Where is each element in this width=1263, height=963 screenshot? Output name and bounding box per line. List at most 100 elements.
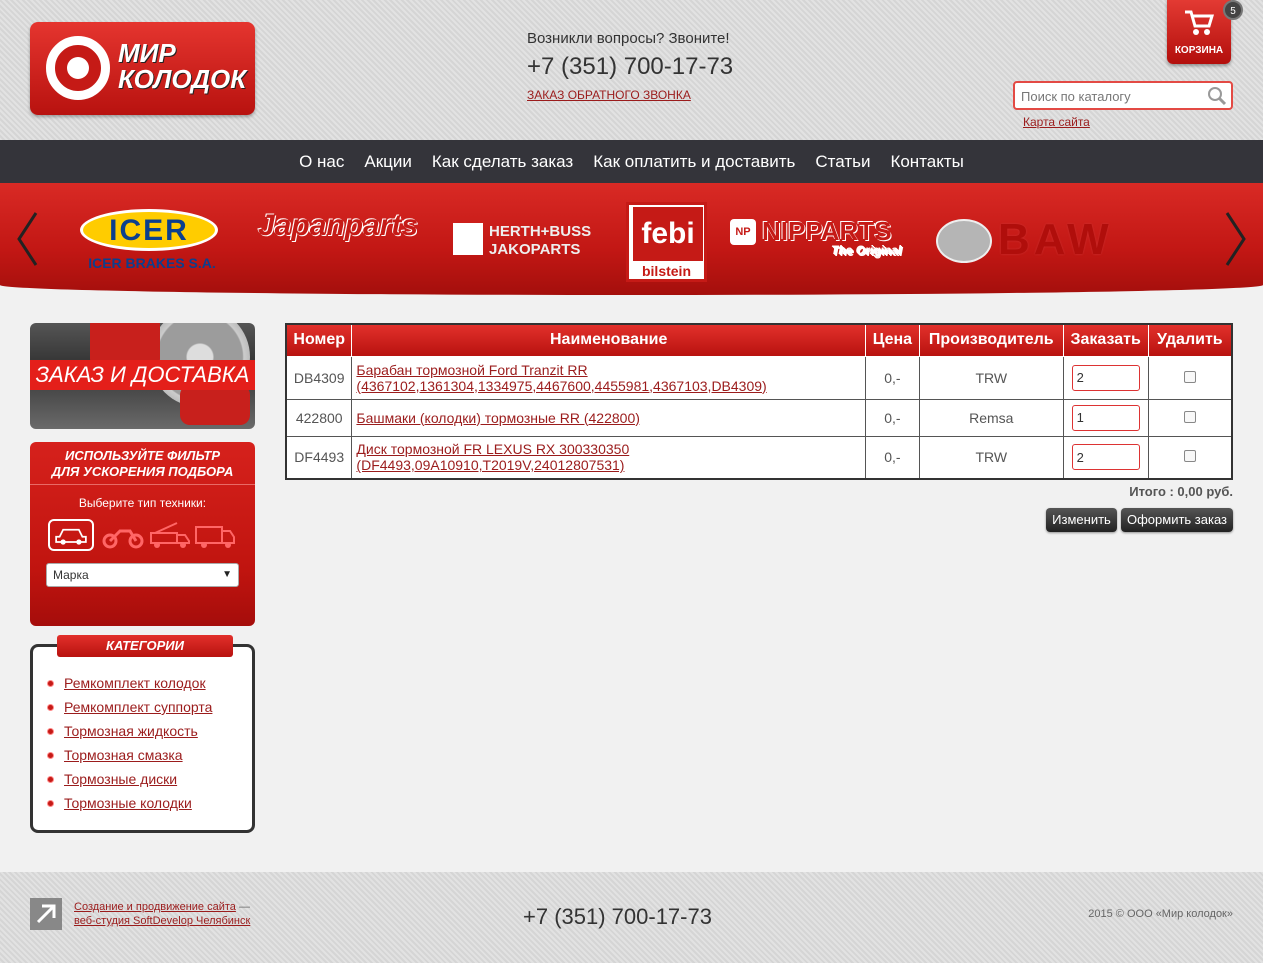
search-input[interactable] <box>1019 86 1209 106</box>
vehicle-filter: ИСПОЛЬЗУЙТЕ ФИЛЬТР ДЛЯ УСКОРЕНИЯ ПОДБОРА… <box>30 442 255 626</box>
filter-title-line1: ИСПОЛЬЗУЙТЕ ФИЛЬТР <box>64 448 221 463</box>
quantity-input[interactable] <box>1071 404 1140 431</box>
herth-buss-mark-icon <box>453 223 483 255</box>
filter-title-line2: ДЛЯ УСКОРЕНИЯ ПОДБОРА <box>51 464 234 479</box>
developer-link[interactable]: Создание и продвижение сайта <box>74 901 236 913</box>
quantity-input[interactable] <box>1071 364 1140 391</box>
main-nav: О нас Акции Как сделать заказ Как оплати… <box>0 140 1263 183</box>
header: МИР КОЛОДОК Возникли вопросы? Звоните! +… <box>0 0 1263 140</box>
brand-baw[interactable]: BAW <box>936 215 1176 264</box>
questions-text: Возникли вопросы? Звоните! <box>527 30 730 47</box>
motorcycle-icon[interactable] <box>100 519 146 551</box>
update-order-button[interactable]: Изменить <box>1046 508 1117 532</box>
item-name-line2: (4367102,1361304,1334975,4467600,4455981… <box>356 377 767 394</box>
nav-item-articles[interactable]: Статьи <box>805 140 880 183</box>
sitemap-link[interactable]: Карта сайта <box>1023 115 1090 129</box>
item-name-line1: Диск тормозной FR LEXUS RX 300330350 <box>356 441 630 458</box>
baw-logo: BAW <box>998 215 1113 264</box>
col-number: Номер <box>285 323 353 357</box>
item-number: 422800 <box>285 398 353 437</box>
category-item: Тормозные диски <box>47 767 212 791</box>
categories-title: КАТЕГОРИИ <box>57 635 233 657</box>
brand-carousel: ICER ICER BRAKES S.A. Japanparts HERTH+B… <box>0 183 1263 295</box>
cart-label: КОРЗИНА <box>1174 45 1224 56</box>
brand-icer[interactable]: ICER ICER BRAKES S.A. <box>70 209 234 271</box>
item-maker: Remsa <box>918 398 1064 437</box>
category-link[interactable]: Ремкомплект колодок <box>64 671 206 695</box>
cart-icon <box>1185 10 1215 35</box>
callback-link[interactable]: ЗАКАЗ ОБРАТНОГО ЗВОНКА <box>527 88 691 102</box>
truck-icon[interactable] <box>192 519 238 551</box>
category-link[interactable]: Тормозные колодки <box>64 791 192 815</box>
softdevelop-arrow-icon[interactable] <box>30 898 62 930</box>
category-link[interactable]: Тормозные диски <box>64 767 177 791</box>
caliper-image-2 <box>180 385 250 425</box>
delete-checkbox[interactable] <box>1183 370 1196 383</box>
carousel-prev-icon[interactable] <box>16 211 38 267</box>
nav-item-how-to-order[interactable]: Как сделать заказ <box>422 140 583 183</box>
item-name: Барабан тормозной Ford Tranzit RR (43671… <box>351 355 866 400</box>
brand-febi[interactable]: febi bilstein <box>626 202 707 282</box>
item-qty-cell <box>1062 398 1149 437</box>
cart-count-badge: 5 <box>1223 0 1243 20</box>
tow-truck-icon[interactable] <box>147 519 193 551</box>
bullet-icon <box>47 799 54 807</box>
table-row: DF4493 Диск тормозной FR LEXUS RX 300330… <box>285 435 1233 480</box>
search-icon[interactable] <box>1207 86 1227 106</box>
category-link[interactable]: Ремкомплект суппорта <box>64 695 212 719</box>
developer-studio-link[interactable]: веб-студия SoftDevelop Челябинск <box>74 915 250 927</box>
delete-checkbox[interactable] <box>1183 410 1196 423</box>
item-link[interactable]: Барабан тормозной Ford Tranzit RR (43671… <box>356 362 861 394</box>
quantity-input[interactable] <box>1071 444 1140 471</box>
nipparts-np-badge: NP <box>730 219 756 245</box>
item-delete-cell <box>1147 435 1233 480</box>
item-qty-cell <box>1062 435 1149 480</box>
logo[interactable]: МИР КОЛОДОК <box>30 22 255 115</box>
developer-dash: — <box>235 901 250 913</box>
category-item: Тормозная смазка <box>47 743 212 767</box>
col-price: Цена <box>864 323 920 357</box>
header-phone: +7 (351) 700-17-73 <box>527 53 734 80</box>
category-link[interactable]: Тормозная смазка <box>64 743 183 767</box>
carousel-next-icon[interactable] <box>1225 211 1247 267</box>
item-price: 0,- <box>864 398 920 437</box>
item-price: 0,- <box>864 355 920 400</box>
table-row: DB4309 Барабан тормозной Ford Tranzit RR… <box>285 355 1233 400</box>
logo-text: МИР КОЛОДОК <box>118 40 246 92</box>
footer-phone: +7 (351) 700-17-73 <box>523 904 712 929</box>
nav-item-promotions[interactable]: Акции <box>354 140 422 183</box>
item-link[interactable]: Башмаки (колодки) тормозные RR (422800) <box>356 410 861 426</box>
icer-sub: ICER BRAKES S.A. <box>88 255 216 271</box>
category-item: Тормозная жидкость <box>47 719 212 743</box>
nav-item-about[interactable]: О нас <box>289 140 354 183</box>
baw-emblem-icon <box>936 219 992 263</box>
col-name: Наименование <box>351 323 866 357</box>
herth-buss-line1: HERTH+BUSS <box>489 223 592 240</box>
brand-japanparts[interactable]: Japanparts <box>258 209 418 243</box>
order-delivery-banner[interactable]: ЗАКАЗ И ДОСТАВКА <box>30 323 255 429</box>
brand-select[interactable]: Марка ▼ <box>46 563 239 587</box>
col-delete: Удалить <box>1147 323 1233 357</box>
delete-checkbox[interactable] <box>1183 450 1196 463</box>
filter-subtitle: Выберите тип техники: <box>78 496 207 510</box>
nav-item-contacts[interactable]: Контакты <box>880 140 973 183</box>
car-icon[interactable] <box>48 519 94 551</box>
cart-button[interactable]: КОРЗИНА <box>1167 0 1231 64</box>
checkout-button[interactable]: Оформить заказ <box>1121 508 1233 532</box>
categories-panel: КАТЕГОРИИ Ремкомплект колодок Ремкомплек… <box>30 635 255 833</box>
table-header-row: Номер Наименование Цена Производитель За… <box>285 323 1233 357</box>
nav-item-payment-delivery[interactable]: Как оплатить и доставить <box>583 140 805 183</box>
item-link[interactable]: Диск тормозной FR LEXUS RX 300330350 (DF… <box>356 441 861 473</box>
bullet-icon <box>47 679 54 687</box>
brand-herth-buss[interactable]: HERTH+BUSS JAKOPARTS <box>453 223 593 259</box>
item-name-line1: Барабан тормозной Ford Tranzit RR <box>356 361 588 378</box>
filter-divider <box>30 484 255 485</box>
category-link[interactable]: Тормозная жидкость <box>64 719 198 743</box>
item-maker: TRW <box>918 355 1064 400</box>
febi-sub: bilstein <box>641 263 691 279</box>
nipparts-logo: NIPPARTS <box>762 216 892 246</box>
search-box <box>1013 81 1233 110</box>
footer: Создание и продвижение сайта — веб-студи… <box>0 872 1263 963</box>
item-price: 0,- <box>864 435 920 480</box>
bullet-icon <box>47 775 54 783</box>
